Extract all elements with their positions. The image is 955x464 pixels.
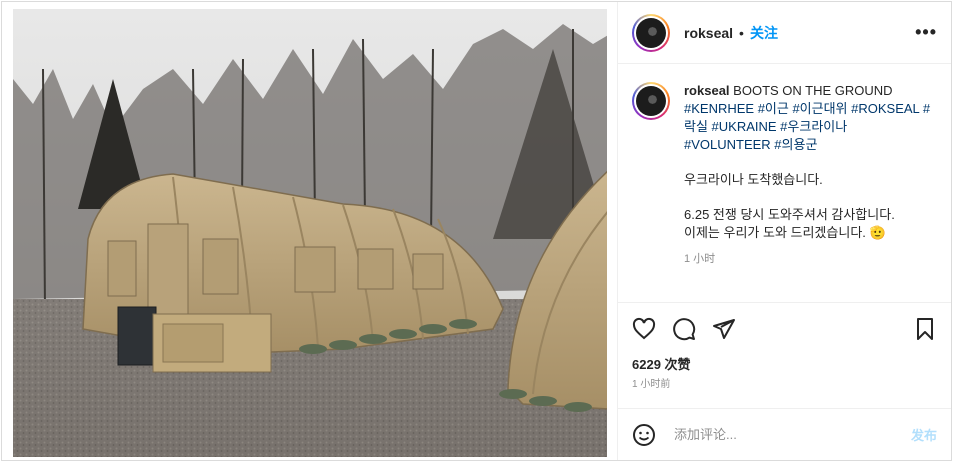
bookmark-icon[interactable] xyxy=(913,317,937,341)
caption-username[interactable]: rokseal xyxy=(684,83,730,98)
caption-hashtags[interactable]: #KENRHEE #이근 #이근대위 #ROKSEAL #락실 #UKRAINE… xyxy=(684,101,930,152)
header-username[interactable]: rokseal xyxy=(684,25,733,41)
emoji-icon[interactable] xyxy=(632,423,656,447)
posted-time: 1 小时前 xyxy=(632,379,671,390)
publish-button[interactable]: 发布 xyxy=(911,425,937,444)
caption-time: 1 小时 xyxy=(684,253,716,265)
comment-icon[interactable] xyxy=(672,317,696,341)
caption-line-3: 이제는 우리가 도와 드리겠습니다. 🫡 xyxy=(684,225,886,240)
heart-icon[interactable] xyxy=(632,317,656,341)
caption-line-2: 6.25 전쟁 당시 도와주셔서 감사합니다. xyxy=(684,207,895,222)
caption-avatar[interactable] xyxy=(632,82,670,120)
caption-row: rokseal BOOTS ON THE GROUND #KENRHEE #이근… xyxy=(632,82,937,268)
caption-text: BOOTS ON THE GROUND xyxy=(733,83,893,98)
tent-photo-image xyxy=(13,9,607,457)
share-icon[interactable] xyxy=(712,317,736,341)
comment-input[interactable] xyxy=(672,426,911,443)
post-side-panel: rokseal • 关注 ••• rokseal BOOTS ON THE GR… xyxy=(617,2,951,460)
post-header: rokseal • 关注 ••• xyxy=(618,2,951,64)
post-photo[interactable] xyxy=(13,9,607,457)
separator-dot: • xyxy=(739,24,744,41)
likes-count[interactable]: 6229 次赞 xyxy=(618,354,951,376)
post-window: rokseal • 关注 ••• rokseal BOOTS ON THE GR… xyxy=(1,1,952,461)
follow-button[interactable]: 关注 xyxy=(750,23,778,43)
caption: rokseal BOOTS ON THE GROUND #KENRHEE #이근… xyxy=(684,82,937,268)
comments-section: rokseal BOOTS ON THE GROUND #KENRHEE #이근… xyxy=(618,64,951,302)
caption-line-1: 우크라이나 도착했습니다. xyxy=(684,172,823,187)
profile-avatar[interactable] xyxy=(632,13,670,52)
comment-box: 发布 xyxy=(618,408,951,460)
more-options-button[interactable]: ••• xyxy=(915,22,937,43)
action-bar xyxy=(618,302,951,354)
